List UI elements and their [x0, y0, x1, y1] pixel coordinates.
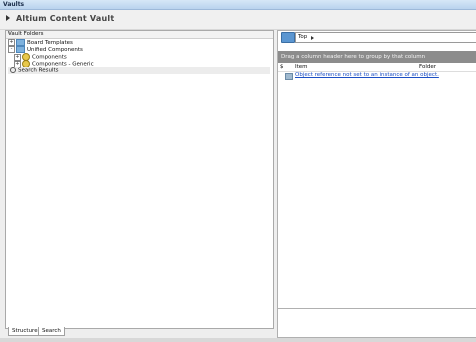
pin-icon[interactable]: ᵖ	[8, 31, 270, 37]
tree-item-unified-components[interactable]: - Unified Components	[8, 46, 83, 53]
tab-structure[interactable]: Structure	[8, 327, 42, 336]
column-header-status[interactable]: $	[280, 64, 284, 70]
group-hint: Drag a column header here to group by th…	[281, 54, 426, 60]
page-title: Altium Content Vault	[16, 14, 115, 23]
details-panel	[277, 308, 476, 338]
breadcrumb-top[interactable]: Top	[298, 34, 307, 40]
expand-icon[interactable]: +	[8, 39, 15, 46]
table-row[interactable]: Object reference not set to an instance …	[278, 72, 476, 80]
tree-item-label: Search Results	[18, 67, 59, 74]
window-title-bar: Vaults	[0, 0, 476, 10]
collapse-icon[interactable]: -	[8, 46, 15, 53]
tree-item-components-generic[interactable]: + Components - Generic	[14, 60, 94, 68]
search-icon	[10, 67, 16, 73]
items-panel: Top Drag a column header here to group b…	[277, 30, 476, 309]
group-by-area[interactable]: Drag a column header here to group by th…	[278, 51, 476, 63]
column-header-folder[interactable]: Folder	[419, 64, 436, 70]
collapse-arrow-icon[interactable]	[6, 15, 10, 21]
column-header-item[interactable]: Item	[295, 64, 308, 70]
column-headers: $ Item Folder	[278, 64, 476, 72]
item-link[interactable]: Object reference not set to an instance …	[295, 72, 439, 78]
chevron-right-icon[interactable]	[311, 36, 314, 40]
window-title: Vaults	[3, 1, 25, 8]
vault-folders-panel: Vault Folders ᵖ + Board Templates - Unifie…	[5, 30, 274, 329]
vault-header: Altium Content Vault	[0, 10, 476, 30]
panel-header: Vault Folders ᵖ	[6, 31, 273, 39]
folder-icon	[285, 73, 293, 80]
tree-item-components[interactable]: + Components	[14, 53, 67, 61]
tree-item-board-templates[interactable]: + Board Templates	[8, 39, 73, 46]
folder-icon	[16, 39, 25, 46]
folder-path-breadcrumb[interactable]: Top	[295, 32, 476, 43]
horizontal-scrollbar[interactable]	[0, 338, 476, 342]
folder-icon[interactable]	[281, 32, 295, 43]
tab-search[interactable]: Search	[38, 327, 65, 336]
folder-icon	[16, 46, 25, 53]
tree-item-search-results[interactable]: Search Results	[8, 67, 270, 74]
